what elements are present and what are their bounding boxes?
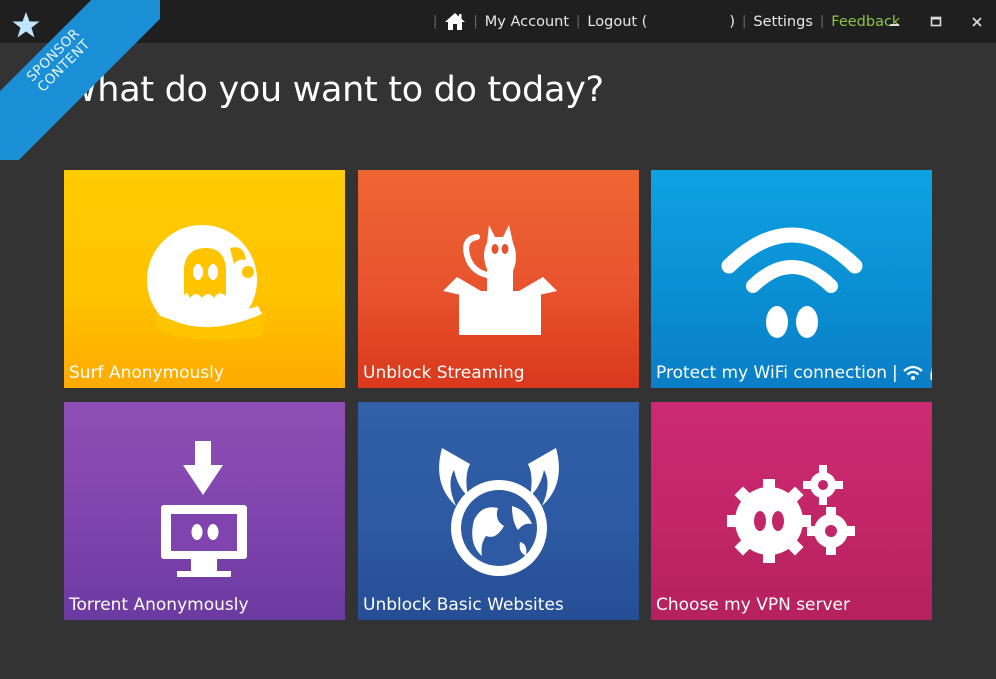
tile-label: Protect my WiFi connection | [656, 363, 932, 383]
tile-label: Choose my VPN server [656, 595, 851, 615]
nav-separator: | [819, 14, 825, 29]
close-icon [972, 16, 982, 27]
cat-in-box-icon [443, 225, 557, 335]
page-title: What do you want to do today? [63, 70, 604, 110]
close-button[interactable] [962, 0, 992, 43]
ghost-icon [147, 225, 266, 340]
minimize-icon [890, 23, 899, 26]
settings-link[interactable]: Settings [753, 14, 812, 30]
tile-choose-vpn-server[interactable]: Choose my VPN server [651, 402, 932, 620]
home-icon[interactable] [444, 12, 466, 31]
minimize-button[interactable] [880, 0, 910, 43]
wifi-icon [903, 365, 923, 380]
tile-label: Unblock Basic Websites [363, 595, 564, 615]
label-separator: | [892, 363, 898, 383]
download-monitor-icon [161, 441, 247, 577]
gears-icon [727, 465, 855, 563]
tile-label: Torrent Anonymously [69, 595, 249, 615]
tile-unblock-basic-websites[interactable]: Unblock Basic Websites [358, 402, 639, 620]
tile-label-text: Protect my WiFi connection [656, 363, 888, 383]
lock-icon [930, 368, 932, 380]
tile-torrent-anonymously[interactable]: Torrent Anonymously [64, 402, 345, 620]
nav-separator: | [576, 14, 581, 29]
tile-surf-anonymously[interactable]: Surf Anonymously [64, 170, 345, 388]
nav-separator: | [473, 14, 478, 29]
top-navigation: | | My Account | Logout () | Settings | … [426, 0, 900, 43]
nav-separator: | [742, 14, 747, 29]
tile-label: Unblock Streaming [363, 363, 525, 383]
maximize-button[interactable] [921, 0, 951, 43]
logout-link[interactable]: Logout () [587, 14, 735, 30]
tile-label: Surf Anonymously [69, 363, 224, 383]
wifi-ghost-icon [721, 227, 863, 338]
logout-close: ) [729, 13, 736, 30]
maximize-icon [930, 16, 942, 26]
logout-label: Logout ( [587, 13, 648, 30]
star-icon [10, 10, 42, 46]
my-account-link[interactable]: My Account [485, 14, 569, 30]
tile-protect-wifi[interactable]: Protect my WiFi connection | [651, 170, 932, 388]
tile-unblock-streaming[interactable]: Unblock Streaming [358, 170, 639, 388]
winged-globe-icon [439, 448, 559, 576]
nav-separator: | [433, 14, 438, 29]
